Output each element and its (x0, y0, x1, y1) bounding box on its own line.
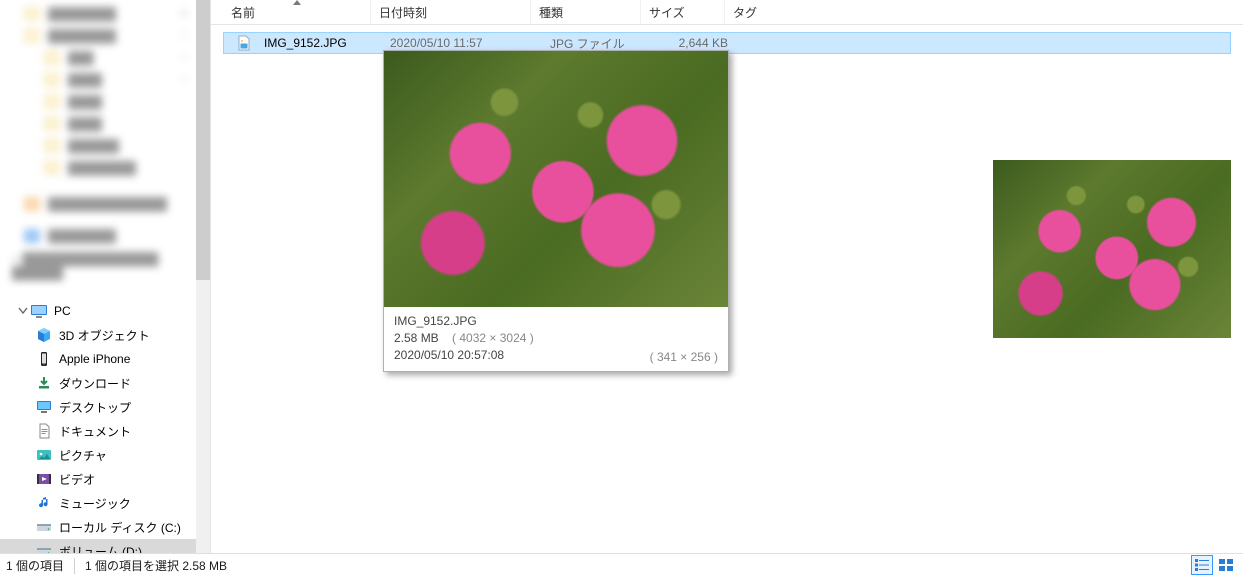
tooltip-filename: IMG_9152.JPG (394, 313, 718, 330)
music-icon (35, 495, 53, 511)
file-size: 2,644 KB (652, 36, 736, 50)
preview-tooltip: IMG_9152.JPG 2.58 MB ( 4032 × 3024 ) 202… (383, 50, 729, 372)
view-details-button[interactable] (1191, 555, 1213, 575)
tree-item-ddrive[interactable]: ボリューム (D:) (0, 539, 210, 553)
col-type[interactable]: 種類 (531, 0, 641, 24)
main-pane: 名前 日付時刻 種類 サイズ タグ IMG_9152.JPG 2020/05/1… (211, 0, 1243, 553)
status-selection: 1 個の項目を選択 2.58 MB (85, 557, 227, 574)
file-name: IMG_9152.JPG (256, 36, 382, 50)
column-headers: 名前 日付時刻 種類 サイズ タグ (211, 0, 1243, 25)
status-count: 1 個の項目 (6, 557, 64, 574)
tree-item-documents[interactable]: ドキュメント (0, 419, 210, 443)
tree-pc[interactable]: PC (0, 299, 210, 323)
disk-icon (35, 543, 53, 553)
sidebar: ████████ ████████ ███ ████ ████ ████ ███… (0, 0, 211, 553)
col-date[interactable]: 日付時刻 (371, 0, 531, 24)
view-switcher (1191, 555, 1237, 575)
tree-item-iphone[interactable]: Apple iPhone (0, 347, 210, 371)
details-pane-thumbnail (993, 160, 1231, 338)
file-date: 2020/05/10 11:57 (382, 36, 542, 50)
doc-icon (35, 423, 53, 439)
desktop-icon (35, 399, 53, 415)
file-type: JPG ファイル (542, 35, 652, 52)
tree-item-pictures[interactable]: ピクチャ (0, 443, 210, 467)
tree-item-downloads[interactable]: ダウンロード (0, 371, 210, 395)
preview-tooltip-image (384, 51, 728, 307)
col-tags[interactable]: タグ (725, 0, 845, 24)
tooltip-resolution: ( 4032 × 3024 ) (452, 331, 534, 345)
cube-icon (35, 327, 53, 343)
quick-access-blurred: ████████ ████████ ███ ████ ████ ████ ███… (0, 0, 210, 277)
picture-icon (35, 447, 53, 463)
status-bar: 1 個の項目 1 個の項目を選択 2.58 MB (0, 553, 1243, 577)
sidebar-scrollbar-thumb[interactable] (196, 0, 210, 280)
view-thumbnails-button[interactable] (1215, 555, 1237, 575)
jpg-file-icon (236, 35, 252, 51)
col-name[interactable]: 名前 (223, 0, 371, 24)
video-icon (35, 471, 53, 487)
tooltip-filesize: 2.58 MB (394, 331, 439, 345)
nav-tree: PC 3D オブジェクト Apple iPhone ダウンロード デスクトップ … (0, 299, 210, 553)
tree-pc-label: PC (54, 304, 71, 318)
phone-icon (35, 351, 53, 367)
sidebar-scrollbar[interactable] (196, 0, 210, 553)
status-separator (74, 558, 75, 574)
tree-item-music[interactable]: ミュージック (0, 491, 210, 515)
col-size[interactable]: サイズ (641, 0, 725, 24)
tree-item-cdrive[interactable]: ローカル ディスク (C:) (0, 515, 210, 539)
tree-item-desktop[interactable]: デスクトップ (0, 395, 210, 419)
tree-item-videos[interactable]: ビデオ (0, 467, 210, 491)
disk-icon (35, 519, 53, 535)
tree-item-3d[interactable]: 3D オブジェクト (0, 323, 210, 347)
download-icon (35, 375, 53, 391)
tooltip-thumbdims: ( 341 × 256 ) (650, 349, 718, 366)
